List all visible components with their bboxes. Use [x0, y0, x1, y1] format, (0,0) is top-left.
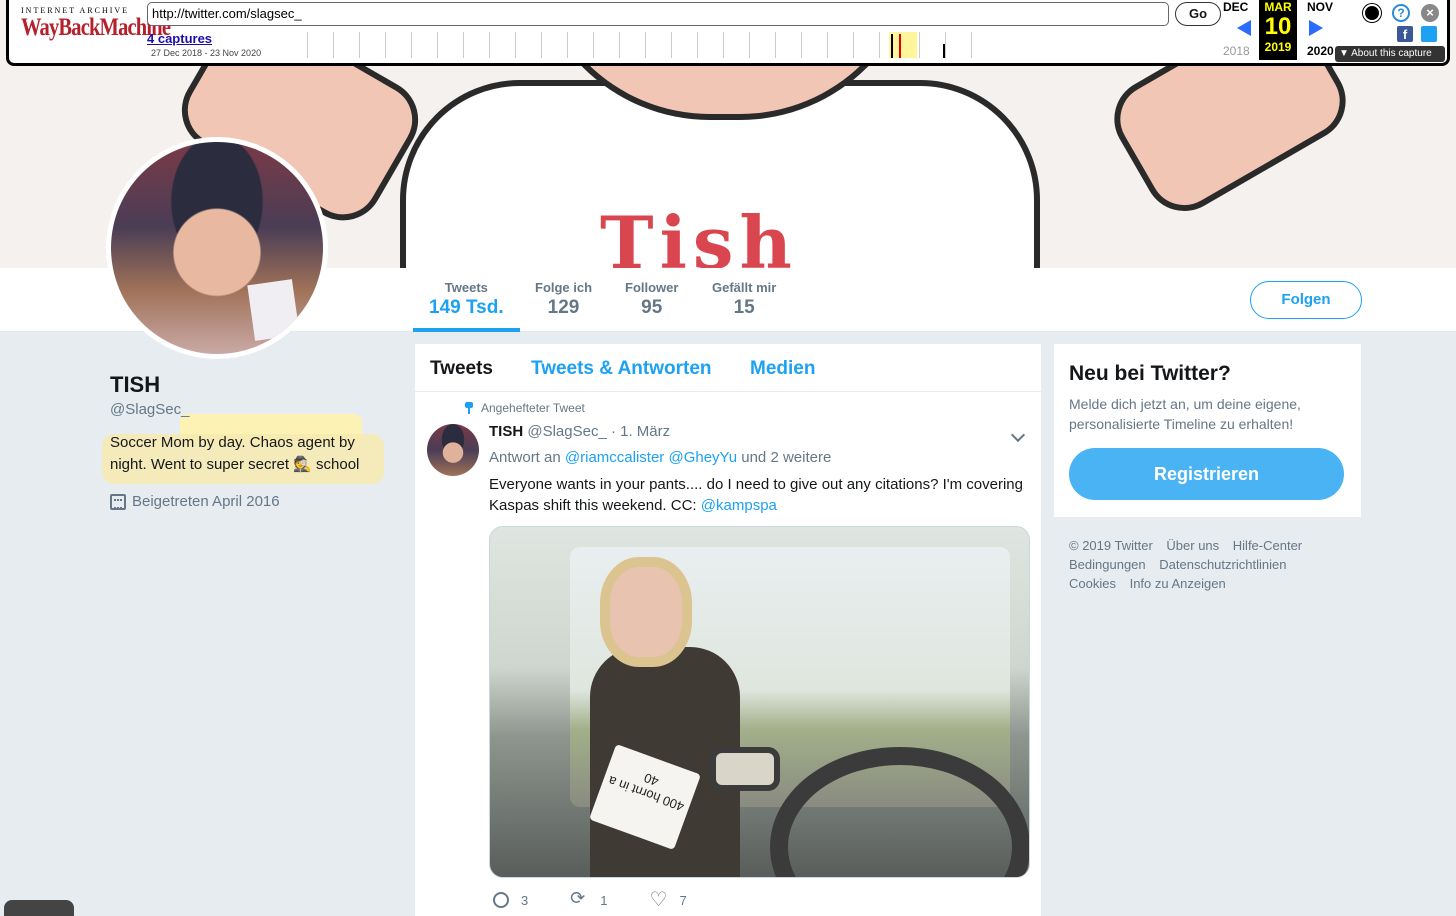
prev-capture-arrow-icon[interactable]: [1237, 20, 1251, 36]
stat-followers[interactable]: Follower 95: [625, 280, 678, 319]
next-month[interactable]: NOV: [1307, 0, 1333, 14]
tab-media[interactable]: Medien: [750, 358, 815, 380]
about-capture-dropdown[interactable]: ▼ About this capture: [1335, 46, 1445, 62]
reply-icon: [493, 892, 509, 908]
stat-tweets[interactable]: Tweets 149 Tsd.: [429, 280, 504, 319]
capture-mark-current[interactable]: [899, 34, 901, 58]
tab-tweets-replies[interactable]: Tweets & Antworten: [531, 358, 712, 380]
wayback-logo[interactable]: INTERNET ARCHIVE WayBackMachine: [21, 6, 171, 41]
footer-link-privacy[interactable]: Datenschutzrichtlinien: [1159, 557, 1286, 572]
register-button[interactable]: Registrieren: [1069, 448, 1344, 500]
banner-text: Tish: [600, 200, 798, 268]
footer-link-ads[interactable]: Info zu Anzeigen: [1130, 576, 1226, 591]
capture-timeline[interactable]: [299, 30, 972, 60]
capture-calendar: DEC 2018 MAR 10 2019 NOV 2020: [1219, 0, 1343, 60]
footer-copyright: © 2019 Twitter: [1069, 538, 1153, 553]
next-capture-arrow-icon[interactable]: [1309, 20, 1323, 36]
like-button[interactable]: 7: [649, 887, 686, 911]
prev-month[interactable]: DEC: [1223, 0, 1248, 14]
captures-range: 27 Dec 2018 - 23 Nov 2020: [151, 48, 262, 58]
close-icon[interactable]: ×: [1421, 4, 1439, 22]
bottom-tab[interactable]: [4, 900, 74, 916]
mention-link[interactable]: @kampspa: [701, 497, 777, 514]
footer-links: © 2019 Twitter Über uns Hilfe-Center Bed…: [1069, 536, 1359, 593]
capture-mark[interactable]: [891, 34, 893, 58]
footer-link-cookies[interactable]: Cookies: [1069, 576, 1116, 591]
facebook-icon[interactable]: f: [1397, 26, 1413, 42]
timeline-tabs: Tweets Tweets & Antworten Medien: [415, 344, 1041, 392]
timeline: Tweets Tweets & Antworten Medien Angehef…: [415, 344, 1041, 916]
pin-icon: [465, 402, 473, 414]
tweet-reply-to: Antwort an @riamccalister @GheyYu und 2 …: [489, 449, 832, 466]
calendar-icon: [110, 493, 126, 510]
twitter-share-icon[interactable]: [1421, 26, 1437, 42]
tweet-author-name[interactable]: TISH: [489, 423, 523, 440]
profile-handle[interactable]: @SlagSec_: [110, 401, 189, 418]
account-icon[interactable]: [1363, 4, 1381, 22]
help-icon[interactable]: ?: [1392, 4, 1410, 22]
chevron-down-icon[interactable]: [1010, 427, 1026, 443]
signup-description: Melde dich jetzt an, um deine eigene, pe…: [1069, 396, 1301, 432]
profile-bio: Soccer Mom by day. Chaos agent by night.…: [104, 418, 384, 482]
tweet-date[interactable]: · 1. März: [611, 423, 670, 440]
active-stat-underline: [413, 328, 520, 332]
mention-link[interactable]: @GheyYu: [668, 449, 737, 466]
retweet-icon: [570, 888, 588, 909]
tweet-media-image[interactable]: 400 hornt in a 40: [489, 526, 1030, 878]
mention-link[interactable]: @riamccalister: [565, 449, 664, 466]
tweet-header: TISH @SlagSec_ · 1. März: [489, 423, 670, 440]
current-capture-date: MAR 10 2019: [1259, 0, 1297, 60]
retweet-button[interactable]: 1: [570, 888, 607, 909]
stat-likes[interactable]: Gefällt mir 15: [712, 280, 776, 319]
capture-mark[interactable]: [943, 44, 945, 58]
wayback-go-button[interactable]: Go: [1175, 2, 1221, 26]
signup-card: Neu bei Twitter? Melde dich jetzt an, um…: [1054, 344, 1361, 517]
wayback-toolbar: INTERNET ARCHIVE WayBackMachine http://t…: [6, 0, 1450, 66]
footer-link-help[interactable]: Hilfe-Center: [1233, 538, 1302, 553]
heart-icon: [649, 887, 667, 911]
footer-link-about[interactable]: Über uns: [1166, 538, 1219, 553]
current-capture-highlight: [889, 32, 917, 58]
tweet-avatar[interactable]: [427, 424, 479, 476]
prev-year[interactable]: 2018: [1223, 44, 1250, 58]
stat-following[interactable]: Folge ich 129: [535, 280, 592, 319]
profile-avatar[interactable]: [106, 137, 328, 359]
captures-link[interactable]: 4 captures: [147, 31, 212, 46]
follow-button[interactable]: Folgen: [1250, 281, 1362, 319]
tweet-text: Everyone wants in your pants.... do I ne…: [489, 476, 1023, 514]
tweet-author-handle[interactable]: @SlagSec_: [527, 423, 606, 440]
signup-title: Neu bei Twitter?: [1069, 362, 1231, 385]
footer-link-terms[interactable]: Bedingungen: [1069, 557, 1146, 572]
reply-button[interactable]: 3: [493, 892, 528, 908]
tab-tweets[interactable]: Tweets: [430, 358, 493, 380]
joined-date: Beigetreten April 2016: [110, 493, 280, 510]
wayback-url-input[interactable]: http://twitter.com/slagsec_: [147, 2, 1169, 26]
next-year[interactable]: 2020: [1307, 44, 1334, 58]
tweet-actions: 3 1 7: [493, 887, 731, 911]
detective-emoji-icon: 🕵: [293, 456, 312, 473]
profile-name[interactable]: TISH: [110, 372, 160, 398]
pinned-label: Angehefteter Tweet: [465, 401, 585, 415]
